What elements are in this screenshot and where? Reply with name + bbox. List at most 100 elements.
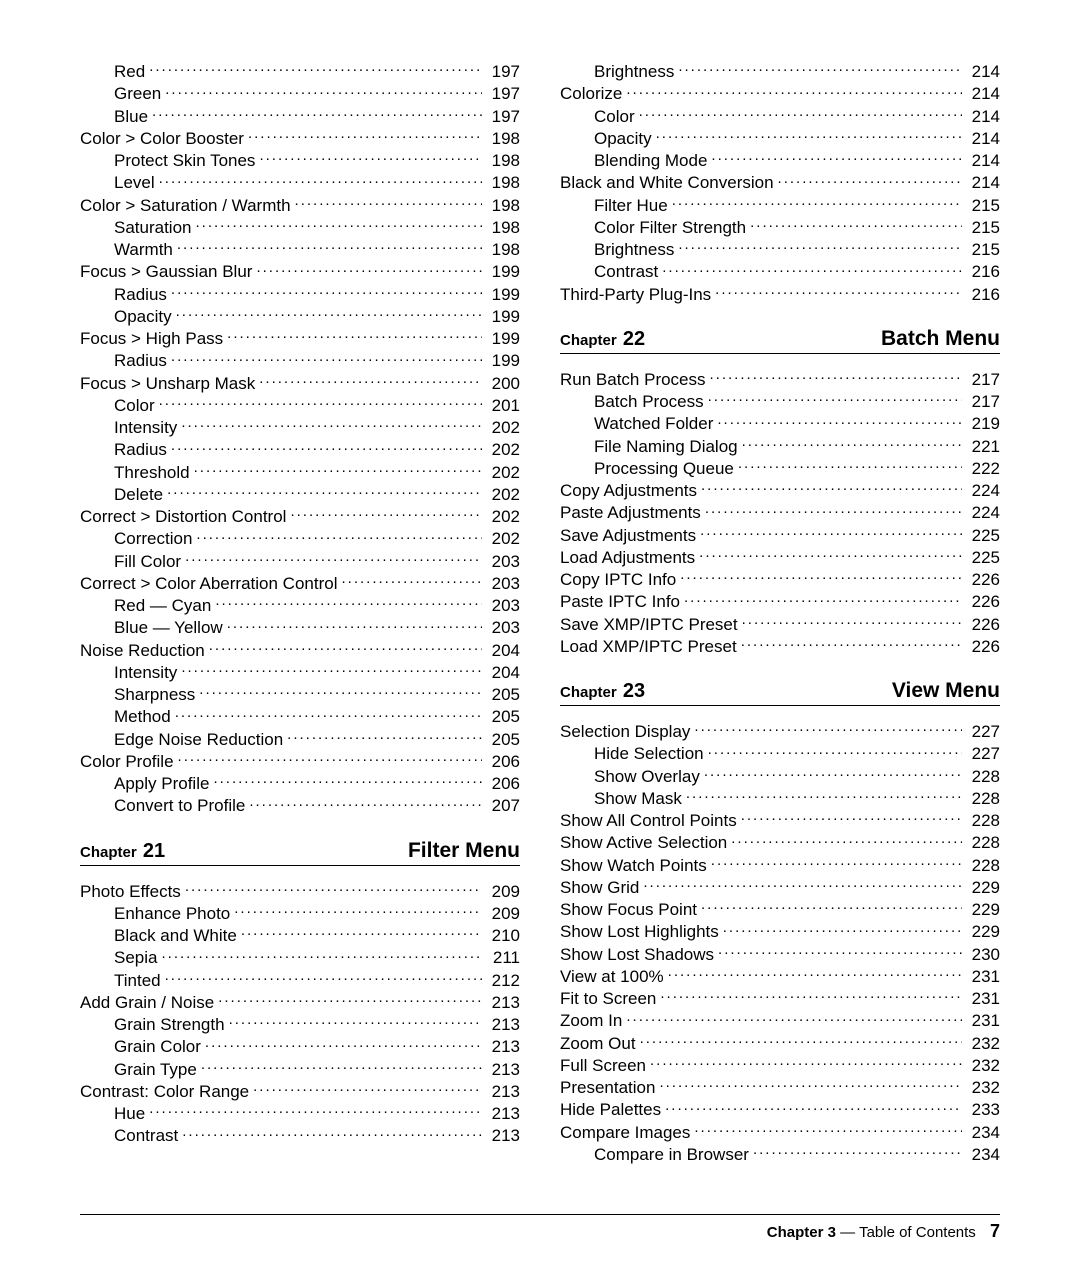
toc-entry[interactable]: Compare in Browser234 <box>560 1143 1000 1165</box>
toc-entry[interactable]: Color Filter Strength215 <box>560 216 1000 238</box>
toc-entry[interactable]: Delete202 <box>80 483 520 505</box>
toc-entry[interactable]: Apply Profile206 <box>80 772 520 794</box>
toc-entry[interactable]: Grain Type213 <box>80 1058 520 1080</box>
toc-entry[interactable]: Show Overlay228 <box>560 765 1000 787</box>
toc-entry-label: Saturation <box>114 217 192 238</box>
toc-entry[interactable]: Fill Color203 <box>80 550 520 572</box>
toc-entry[interactable]: Show Focus Point229 <box>560 898 1000 920</box>
toc-entry[interactable]: Filter Hue215 <box>560 194 1000 216</box>
toc-entry[interactable]: Show Lost Highlights229 <box>560 920 1000 942</box>
toc-entry[interactable]: Red197 <box>80 60 520 82</box>
toc-entry[interactable]: Show Mask228 <box>560 787 1000 809</box>
toc-entry[interactable]: Contrast: Color Range213 <box>80 1080 520 1102</box>
toc-entry[interactable]: Grain Strength213 <box>80 1013 520 1035</box>
toc-entry[interactable]: Paste IPTC Info226 <box>560 590 1000 612</box>
toc-entry[interactable]: Radius202 <box>80 438 520 460</box>
toc-entry[interactable]: Run Batch Process217 <box>560 368 1000 390</box>
toc-entry[interactable]: Color201 <box>80 394 520 416</box>
toc-entry[interactable]: Blue197 <box>80 105 520 127</box>
toc-entry-page: 209 <box>486 903 520 924</box>
toc-entry[interactable]: Save XMP/IPTC Preset226 <box>560 613 1000 635</box>
toc-entry[interactable]: Photo Effects209 <box>80 880 520 902</box>
toc-entry[interactable]: Load Adjustments225 <box>560 546 1000 568</box>
toc-entry[interactable]: Radius199 <box>80 349 520 371</box>
toc-entry[interactable]: Zoom Out232 <box>560 1032 1000 1054</box>
toc-entry[interactable]: Black and White Conversion214 <box>560 171 1000 193</box>
toc-entry[interactable]: Correct > Color Aberration Control203 <box>80 572 520 594</box>
toc-entry[interactable]: Blue — Yellow203 <box>80 616 520 638</box>
toc-entry[interactable]: Green197 <box>80 82 520 104</box>
toc-entry[interactable]: Method205 <box>80 705 520 727</box>
toc-entry-page: 230 <box>966 944 1000 965</box>
toc-entry[interactable]: Focus > Gaussian Blur199 <box>80 260 520 282</box>
toc-entry[interactable]: Convert to Profile207 <box>80 794 520 816</box>
toc-entry[interactable]: Opacity214 <box>560 127 1000 149</box>
toc-dots <box>165 969 482 986</box>
toc-entry[interactable]: Third-Party Plug-Ins216 <box>560 283 1000 305</box>
toc-dots <box>152 105 482 122</box>
toc-entry[interactable]: Protect Skin Tones198 <box>80 149 520 171</box>
toc-entry[interactable]: Show Grid229 <box>560 876 1000 898</box>
toc-entry[interactable]: Colorize214 <box>560 82 1000 104</box>
toc-entry[interactable]: Grain Color213 <box>80 1035 520 1057</box>
toc-entry[interactable]: Focus > Unsharp Mask200 <box>80 372 520 394</box>
toc-entry[interactable]: Blending Mode214 <box>560 149 1000 171</box>
toc-entry-page: 229 <box>966 921 1000 942</box>
toc-entry[interactable]: Threshold202 <box>80 461 520 483</box>
toc-entry[interactable]: Load XMP/IPTC Preset226 <box>560 635 1000 657</box>
toc-entry[interactable]: Edge Noise Reduction205 <box>80 728 520 750</box>
toc-entry[interactable]: View at 100%231 <box>560 965 1000 987</box>
toc-entry[interactable]: Fit to Screen231 <box>560 987 1000 1009</box>
toc-entry[interactable]: File Naming Dialog221 <box>560 435 1000 457</box>
toc-entry[interactable]: Hide Selection227 <box>560 742 1000 764</box>
toc-entry[interactable]: Color214 <box>560 105 1000 127</box>
chapter-label: Chapter 22 <box>560 328 645 351</box>
toc-entry[interactable]: Correct > Distortion Control202 <box>80 505 520 527</box>
toc-entry[interactable]: Add Grain / Noise213 <box>80 991 520 1013</box>
toc-entry[interactable]: Black and White210 <box>80 924 520 946</box>
toc-entry[interactable]: Intensity204 <box>80 661 520 683</box>
toc-entry[interactable]: Selection Display227 <box>560 720 1000 742</box>
toc-entry[interactable]: Paste Adjustments224 <box>560 501 1000 523</box>
toc-entry[interactable]: Zoom In231 <box>560 1009 1000 1031</box>
toc-entry[interactable]: Show Watch Points228 <box>560 854 1000 876</box>
toc-entry-page: 225 <box>966 525 1000 546</box>
toc-entry[interactable]: Hue213 <box>80 1102 520 1124</box>
toc-entry[interactable]: Hide Palettes233 <box>560 1098 1000 1120</box>
toc-entry[interactable]: Compare Images234 <box>560 1121 1000 1143</box>
toc-entry[interactable]: Show Lost Shadows230 <box>560 943 1000 965</box>
toc-entry[interactable]: Red — Cyan203 <box>80 594 520 616</box>
toc-entry[interactable]: Color Profile206 <box>80 750 520 772</box>
toc-dots <box>694 720 962 737</box>
toc-entry[interactable]: Batch Process217 <box>560 390 1000 412</box>
toc-entry[interactable]: Watched Folder219 <box>560 412 1000 434</box>
toc-entry[interactable]: Brightness215 <box>560 238 1000 260</box>
toc-entry[interactable]: Copy IPTC Info226 <box>560 568 1000 590</box>
toc-entry[interactable]: Correction202 <box>80 527 520 549</box>
toc-entry[interactable]: Noise Reduction204 <box>80 639 520 661</box>
toc-entry[interactable]: Sepia211 <box>80 946 520 968</box>
toc-entry[interactable]: Brightness214 <box>560 60 1000 82</box>
toc-entry[interactable]: Saturation198 <box>80 216 520 238</box>
toc-entry[interactable]: Save Adjustments225 <box>560 524 1000 546</box>
toc-entry[interactable]: Color > Color Booster198 <box>80 127 520 149</box>
toc-entry[interactable]: Warmth198 <box>80 238 520 260</box>
toc-entry[interactable]: Show Active Selection228 <box>560 831 1000 853</box>
toc-entry[interactable]: Full Screen232 <box>560 1054 1000 1076</box>
toc-entry[interactable]: Focus > High Pass199 <box>80 327 520 349</box>
toc-entry[interactable]: Sharpness205 <box>80 683 520 705</box>
toc-entry[interactable]: Opacity199 <box>80 305 520 327</box>
toc-entry[interactable]: Contrast216 <box>560 260 1000 282</box>
toc-entry[interactable]: Tinted212 <box>80 969 520 991</box>
toc-entry[interactable]: Contrast213 <box>80 1124 520 1146</box>
toc-entry[interactable]: Enhance Photo209 <box>80 902 520 924</box>
toc-entry[interactable]: Level198 <box>80 171 520 193</box>
toc-entry[interactable]: Radius199 <box>80 283 520 305</box>
toc-entry[interactable]: Show All Control Points228 <box>560 809 1000 831</box>
toc-entry[interactable]: Color > Saturation / Warmth198 <box>80 194 520 216</box>
toc-entry[interactable]: Intensity202 <box>80 416 520 438</box>
toc-entry[interactable]: Copy Adjustments224 <box>560 479 1000 501</box>
toc-entry[interactable]: Processing Queue222 <box>560 457 1000 479</box>
toc-entry[interactable]: Presentation232 <box>560 1076 1000 1098</box>
toc-dots <box>176 305 482 322</box>
